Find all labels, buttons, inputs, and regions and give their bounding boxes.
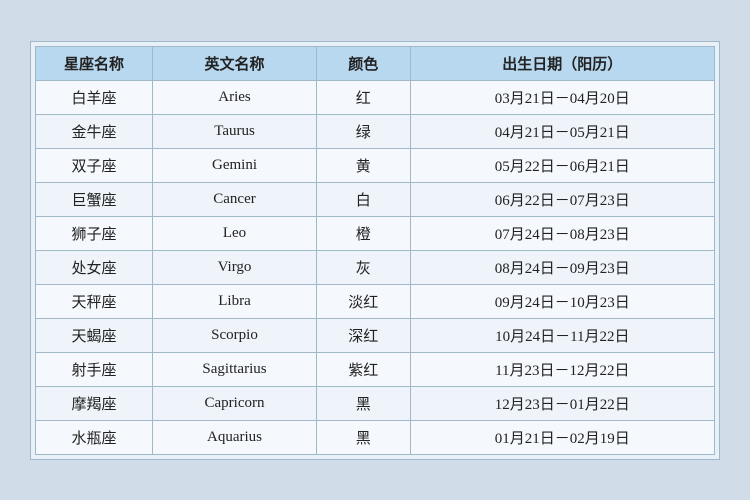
table-row: 摩羯座Capricorn黑12月23日－01月22日 xyxy=(36,386,715,420)
cell-color: 橙 xyxy=(316,216,410,250)
table-row: 水瓶座Aquarius黑01月21日－02月19日 xyxy=(36,420,715,454)
cell-color: 淡红 xyxy=(316,284,410,318)
table-row: 白羊座Aries红03月21日－04月20日 xyxy=(36,80,715,114)
table-row: 双子座Gemini黄05月22日－06月21日 xyxy=(36,148,715,182)
table-row: 天秤座Libra淡红09月24日－10月23日 xyxy=(36,284,715,318)
cell-color: 绿 xyxy=(316,114,410,148)
cell-english: Taurus xyxy=(153,114,317,148)
cell-color: 紫红 xyxy=(316,352,410,386)
header-english: 英文名称 xyxy=(153,46,317,80)
table-row: 射手座Sagittarius紫红11月23日－12月22日 xyxy=(36,352,715,386)
cell-color: 红 xyxy=(316,80,410,114)
zodiac-table-container: 星座名称 英文名称 颜色 出生日期（阳历） 白羊座Aries红03月21日－04… xyxy=(30,41,720,460)
cell-date: 08月24日－09月23日 xyxy=(410,250,714,284)
cell-date: 03月21日－04月20日 xyxy=(410,80,714,114)
cell-date: 06月22日－07月23日 xyxy=(410,182,714,216)
table-header-row: 星座名称 英文名称 颜色 出生日期（阳历） xyxy=(36,46,715,80)
cell-chinese: 射手座 xyxy=(36,352,153,386)
cell-english: Leo xyxy=(153,216,317,250)
cell-chinese: 天秤座 xyxy=(36,284,153,318)
cell-chinese: 双子座 xyxy=(36,148,153,182)
cell-date: 04月21日－05月21日 xyxy=(410,114,714,148)
table-row: 狮子座Leo橙07月24日－08月23日 xyxy=(36,216,715,250)
cell-date: 12月23日－01月22日 xyxy=(410,386,714,420)
cell-chinese: 巨蟹座 xyxy=(36,182,153,216)
cell-color: 黑 xyxy=(316,420,410,454)
cell-english: Capricorn xyxy=(153,386,317,420)
cell-english: Virgo xyxy=(153,250,317,284)
cell-english: Aries xyxy=(153,80,317,114)
cell-date: 07月24日－08月23日 xyxy=(410,216,714,250)
cell-date: 09月24日－10月23日 xyxy=(410,284,714,318)
cell-chinese: 金牛座 xyxy=(36,114,153,148)
cell-english: Gemini xyxy=(153,148,317,182)
cell-color: 白 xyxy=(316,182,410,216)
cell-date: 10月24日－11月22日 xyxy=(410,318,714,352)
table-row: 巨蟹座Cancer白06月22日－07月23日 xyxy=(36,182,715,216)
table-row: 处女座Virgo灰08月24日－09月23日 xyxy=(36,250,715,284)
cell-chinese: 摩羯座 xyxy=(36,386,153,420)
cell-date: 01月21日－02月19日 xyxy=(410,420,714,454)
cell-date: 11月23日－12月22日 xyxy=(410,352,714,386)
table-row: 金牛座Taurus绿04月21日－05月21日 xyxy=(36,114,715,148)
zodiac-table: 星座名称 英文名称 颜色 出生日期（阳历） 白羊座Aries红03月21日－04… xyxy=(35,46,715,455)
cell-english: Scorpio xyxy=(153,318,317,352)
cell-chinese: 白羊座 xyxy=(36,80,153,114)
cell-chinese: 水瓶座 xyxy=(36,420,153,454)
cell-english: Aquarius xyxy=(153,420,317,454)
header-color: 颜色 xyxy=(316,46,410,80)
cell-color: 黑 xyxy=(316,386,410,420)
cell-color: 深红 xyxy=(316,318,410,352)
cell-chinese: 处女座 xyxy=(36,250,153,284)
cell-chinese: 天蝎座 xyxy=(36,318,153,352)
table-row: 天蝎座Scorpio深红10月24日－11月22日 xyxy=(36,318,715,352)
cell-english: Cancer xyxy=(153,182,317,216)
cell-date: 05月22日－06月21日 xyxy=(410,148,714,182)
header-chinese: 星座名称 xyxy=(36,46,153,80)
cell-chinese: 狮子座 xyxy=(36,216,153,250)
header-date: 出生日期（阳历） xyxy=(410,46,714,80)
cell-color: 黄 xyxy=(316,148,410,182)
cell-english: Libra xyxy=(153,284,317,318)
cell-english: Sagittarius xyxy=(153,352,317,386)
cell-color: 灰 xyxy=(316,250,410,284)
